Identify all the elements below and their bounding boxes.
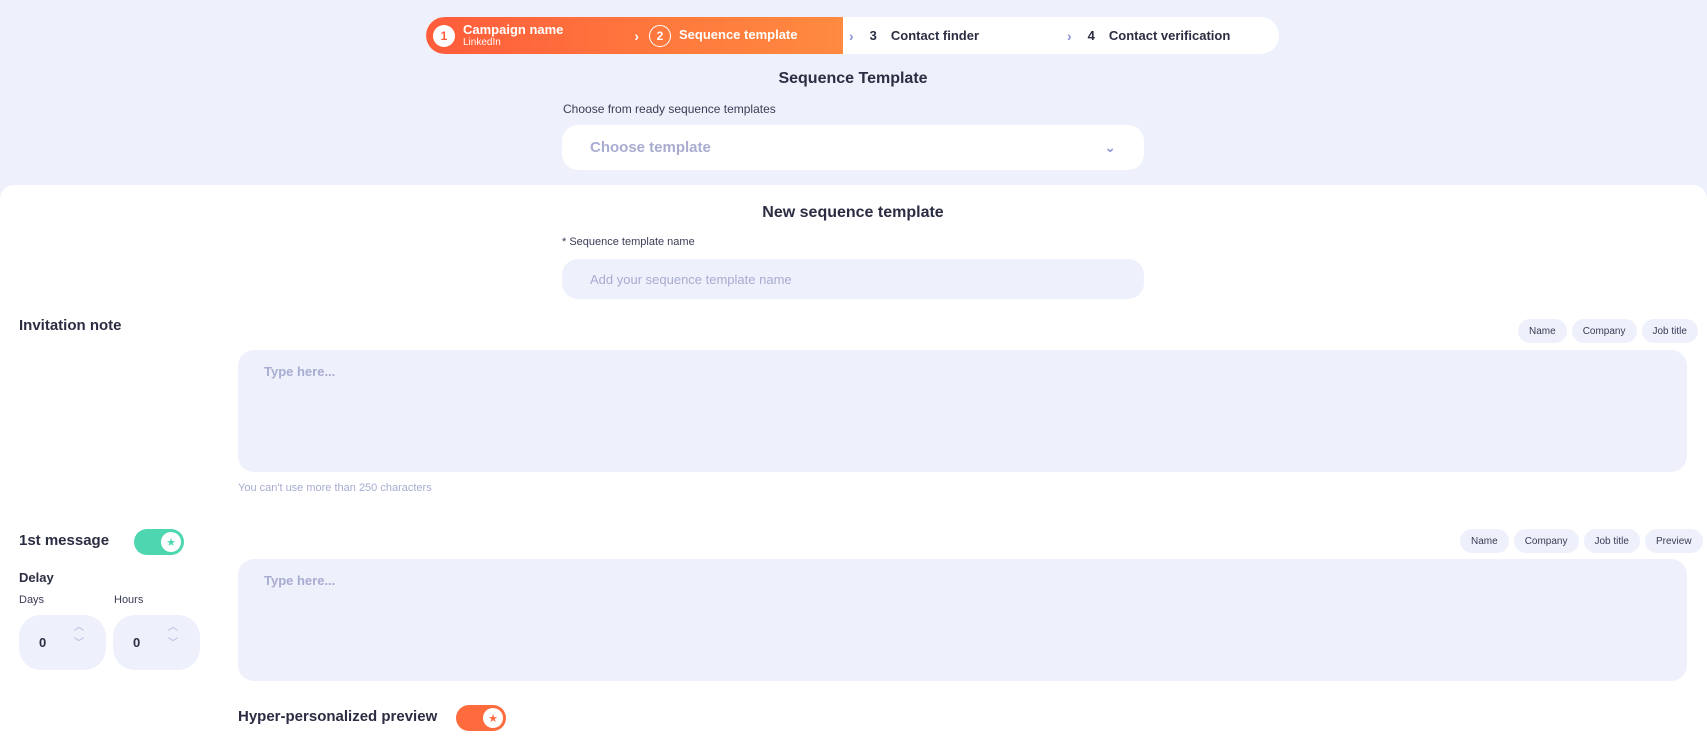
hours-label: Hours <box>114 594 144 606</box>
stepper-completed-segment: 1 Campaign name LinkedIn › 2 Sequence te… <box>426 17 843 54</box>
days-label: Days <box>19 594 45 606</box>
hyper-personalized-preview-label: Hyper-personalized preview <box>238 708 438 725</box>
template-dropdown[interactable]: Choose template ⌄ <box>562 125 1144 170</box>
days-stepper[interactable]: 0 ︿ ﹀ <box>19 615 106 670</box>
star-icon: ★ <box>161 532 181 552</box>
first-message-toggle[interactable]: ★ <box>134 529 184 555</box>
step-number: 1 <box>433 24 455 47</box>
step-sequence-template[interactable]: 2 Sequence template <box>645 17 843 54</box>
hours-value: 0 <box>133 635 141 650</box>
step-contact-verification[interactable]: › 4 Contact verification <box>1061 17 1279 54</box>
chevron-right-icon: › <box>1067 27 1072 44</box>
chip-company[interactable]: Company <box>1513 529 1579 553</box>
invitation-note-textarea[interactable]: Type here... <box>238 350 1687 472</box>
step-number: 2 <box>649 24 671 47</box>
step-contact-finder[interactable]: › 3 Contact finder <box>843 17 1061 54</box>
chevron-up-icon[interactable]: ︿ <box>168 623 178 633</box>
step-label: Contact verification <box>1108 28 1231 43</box>
chevron-down-icon[interactable]: ﹀ <box>168 639 178 649</box>
hours-stepper[interactable]: 0 ︿ ﹀ <box>113 615 200 670</box>
chevron-right-icon: › <box>849 27 854 44</box>
template-name-input[interactable]: Add your sequence template name <box>562 259 1144 299</box>
step-number: 3 <box>869 28 877 43</box>
chevron-up-icon[interactable]: ︿ <box>74 623 84 633</box>
hyper-personalized-preview-toggle[interactable]: ★ <box>456 705 506 731</box>
chevron-down-icon: ⌄ <box>1104 139 1116 155</box>
chip-company[interactable]: Company <box>1571 319 1637 343</box>
step-label: Sequence template <box>679 27 798 43</box>
character-limit-hint: You can't use more than 250 characters <box>238 482 432 494</box>
section-title-sequence-template: Sequence Template <box>778 70 928 87</box>
first-message-label: 1st message <box>19 532 110 549</box>
choose-template-label: Choose from ready sequence templates <box>563 102 776 116</box>
days-value: 0 <box>39 635 47 650</box>
textarea-placeholder: Type here... <box>264 573 336 588</box>
step-number: 4 <box>1087 28 1095 43</box>
delay-label: Delay <box>19 570 54 585</box>
chip-name[interactable]: Name <box>1460 529 1509 553</box>
step-label: Campaign name <box>463 21 564 37</box>
template-name-placeholder: Add your sequence template name <box>590 271 792 287</box>
chip-job-title[interactable]: Job title <box>1583 529 1640 553</box>
progress-stepper: 1 Campaign name LinkedIn › 2 Sequence te… <box>426 17 1279 54</box>
step-label: Contact finder <box>890 28 980 43</box>
invitation-variable-chips: Name Company Job title <box>1518 319 1698 343</box>
step-campaign-name[interactable]: 1 Campaign name LinkedIn › <box>426 17 645 54</box>
chip-job-title[interactable]: Job title <box>1641 319 1698 343</box>
dropdown-placeholder: Choose template <box>590 139 711 156</box>
step-sublabel: LinkedIn <box>463 37 501 49</box>
invitation-note-label: Invitation note <box>19 317 122 334</box>
section-title-new-template: New sequence template <box>762 204 944 221</box>
textarea-placeholder: Type here... <box>264 364 336 379</box>
chip-preview[interactable]: Preview <box>1644 529 1703 553</box>
chevron-right-icon: › <box>634 27 639 44</box>
first-message-textarea[interactable]: Type here... <box>238 559 1687 681</box>
chip-name[interactable]: Name <box>1518 319 1567 343</box>
first-message-variable-chips: Name Company Job title Preview <box>1460 529 1703 553</box>
chevron-down-icon[interactable]: ﹀ <box>74 639 84 649</box>
star-icon: ★ <box>483 708 503 728</box>
template-name-label: * Sequence template name <box>562 236 695 248</box>
